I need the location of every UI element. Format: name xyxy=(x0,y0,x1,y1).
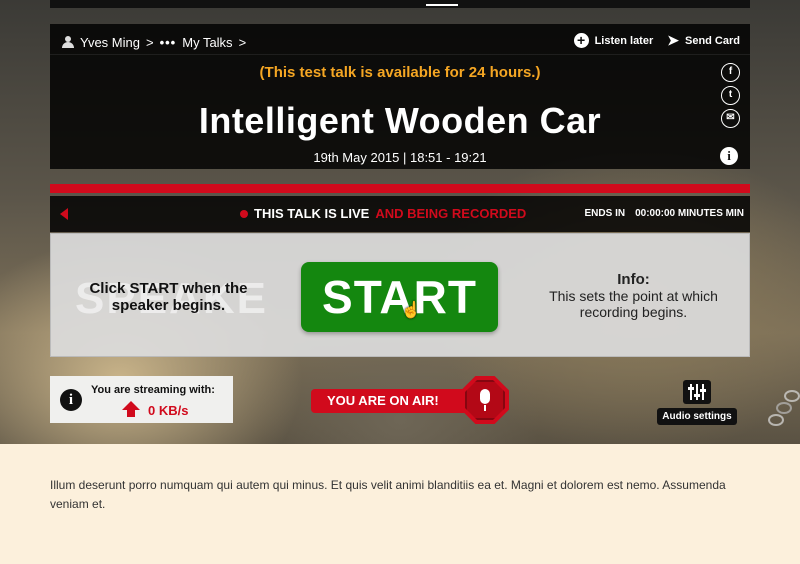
breadcrumb-section[interactable]: My Talks xyxy=(182,35,232,50)
info-title: Info: xyxy=(617,271,650,288)
stream-label: You are streaming with: xyxy=(91,384,215,396)
hero-background: Yves Ming > ••• My Talks > + Listen late… xyxy=(0,0,800,444)
description-text: Illum deserunt porro numquam qui autem q… xyxy=(50,478,726,511)
on-air-badge: YOU ARE ON AIR! xyxy=(311,389,471,413)
upload-arrow-stem xyxy=(127,409,135,417)
availability-notice: (This test talk is available for 24 hour… xyxy=(259,64,541,81)
send-card-button[interactable]: ➤ Send Card xyxy=(667,32,740,49)
countdown-value: 00:00:00 MINUTES MIN xyxy=(635,208,744,219)
info-icon[interactable]: i xyxy=(720,147,738,165)
hand-cursor-icon: ☝ xyxy=(401,302,421,319)
plus-circle-icon: + xyxy=(573,33,589,48)
paper-plane-icon: ➤ xyxy=(667,32,679,48)
stream-value: 0 KB/s xyxy=(148,403,189,418)
social-share: f t ✉ xyxy=(721,63,740,128)
info-text: This sets the point at which recording b… xyxy=(549,288,718,320)
send-card-label: Send Card xyxy=(684,34,740,47)
recording-control-panel: SPEAKE Click START when the speaker begi… xyxy=(50,233,750,357)
speaker-icon[interactable] xyxy=(60,208,68,220)
breadcrumb-user[interactable]: Yves Ming xyxy=(80,35,140,50)
listen-later-button[interactable]: + Listen later xyxy=(573,33,654,48)
header-actions: + Listen later ➤ Send Card xyxy=(573,32,740,49)
start-button[interactable]: START xyxy=(301,262,498,332)
breadcrumb-separator: > xyxy=(238,34,247,50)
talk-title: Intelligent Wooden Car xyxy=(198,100,602,141)
info-icon: i xyxy=(60,389,82,411)
breadcrumb-separator: > xyxy=(145,34,154,50)
live-status-bar: THIS TALK IS LIVE AND BEING RECORDED END… xyxy=(50,196,750,232)
progress-line xyxy=(50,184,750,193)
audio-settings-button[interactable]: Audio settings xyxy=(652,380,742,425)
live-status: THIS TALK IS LIVE AND BEING RECORDED xyxy=(240,206,526,221)
breadcrumb-ellipsis[interactable]: ••• xyxy=(160,35,177,50)
listen-later-label: Listen later xyxy=(594,34,654,47)
countdown: ENDS IN 00:00:00 MINUTES MIN xyxy=(585,208,744,219)
stream-status: i You are streaming with: 0 KB/s xyxy=(50,376,233,423)
live-label: THIS TALK IS LIVE xyxy=(254,206,370,221)
breadcrumb: Yves Ming > ••• My Talks > xyxy=(62,32,246,52)
sliders-icon xyxy=(683,380,711,404)
microphone-button[interactable] xyxy=(461,376,509,424)
audio-settings-label: Audio settings xyxy=(657,408,737,425)
talk-date: 19th May 2015 | 18:51 - 19:21 xyxy=(313,150,487,165)
user-icon xyxy=(62,36,74,48)
top-strip xyxy=(50,0,750,8)
chain-decoration xyxy=(768,390,800,426)
start-instruction: Click START when the speaker begins. xyxy=(89,280,248,314)
info-block: Info: This sets the point at which recor… xyxy=(521,271,746,321)
email-icon[interactable]: ✉ xyxy=(721,109,740,128)
talk-header: Yves Ming > ••• My Talks > + Listen late… xyxy=(50,24,750,169)
recorded-label: AND BEING RECORDED xyxy=(375,206,527,221)
header-divider xyxy=(50,54,750,55)
ends-label: ENDS IN xyxy=(584,208,626,219)
live-dot-icon xyxy=(240,209,248,218)
microphone-icon xyxy=(480,389,490,404)
twitter-icon[interactable]: t xyxy=(721,86,740,105)
facebook-icon[interactable]: f xyxy=(721,63,740,82)
